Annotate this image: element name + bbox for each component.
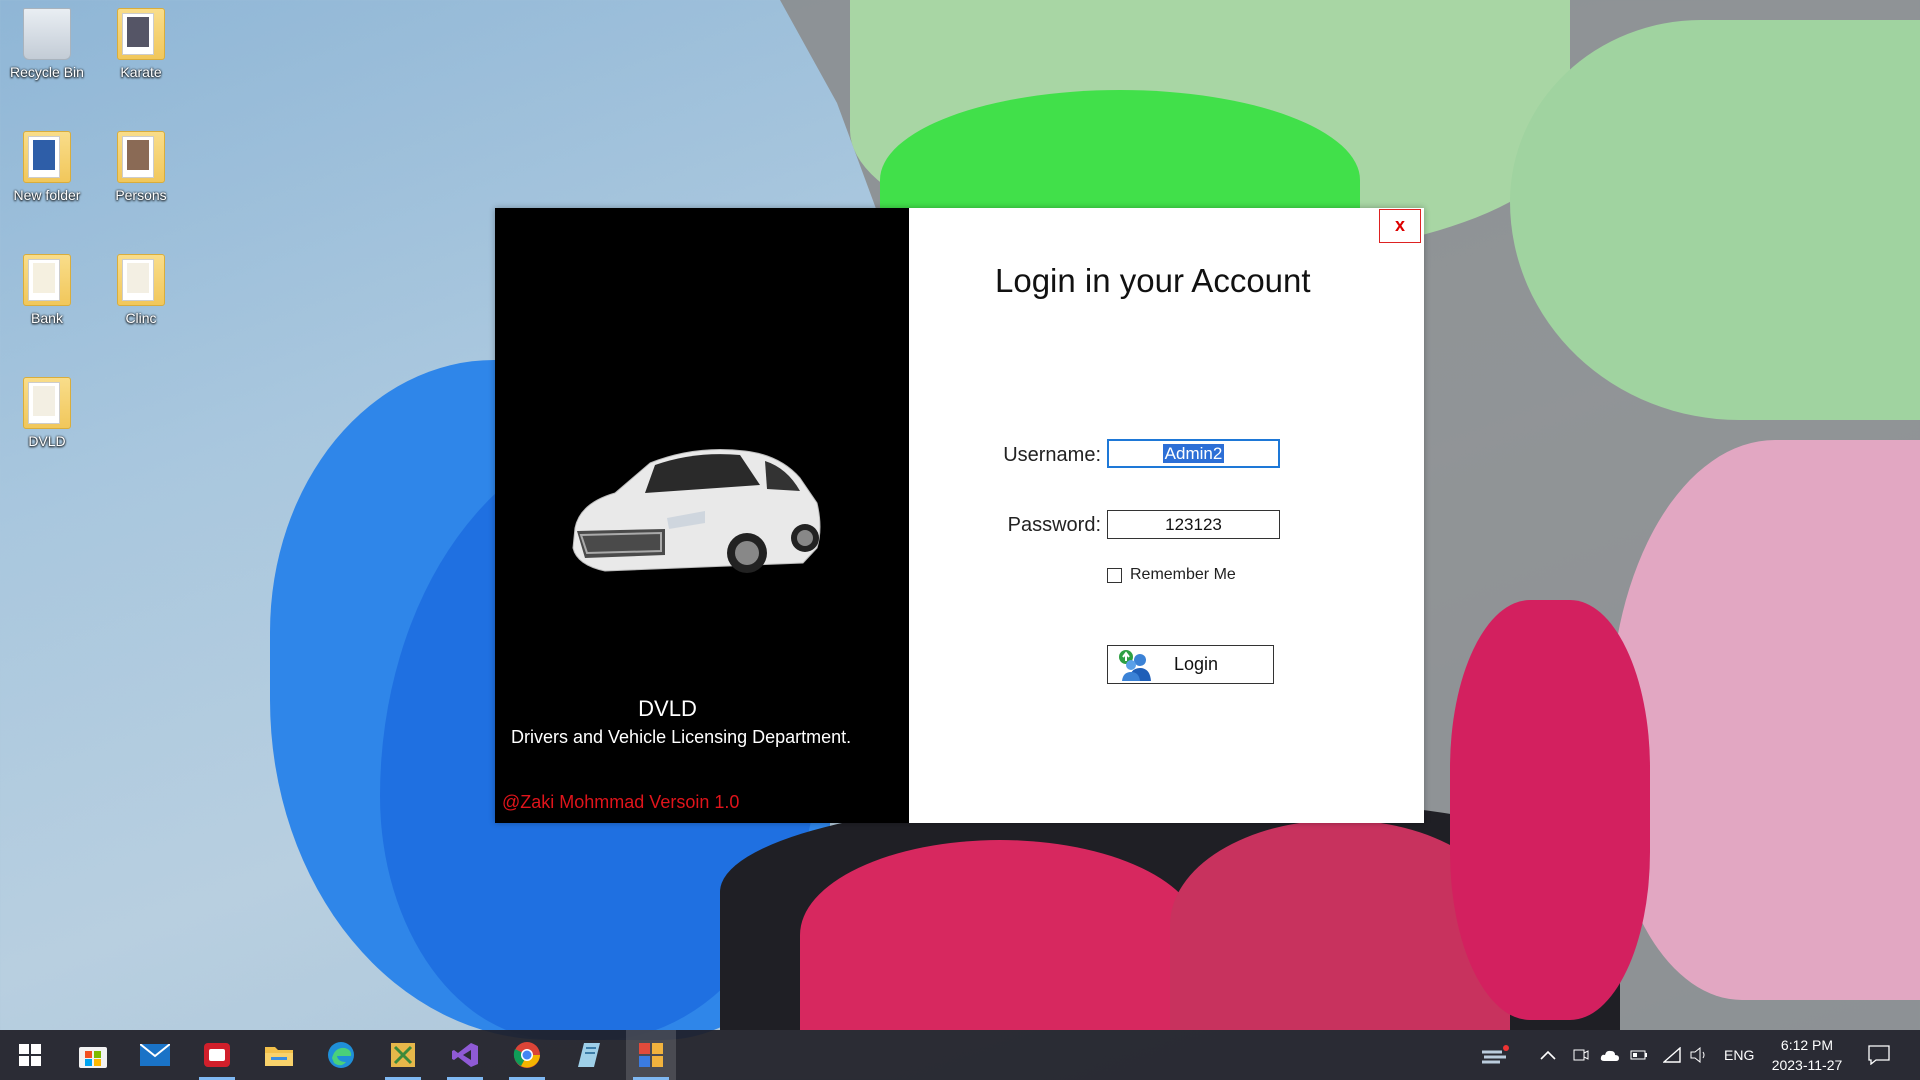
remember-me-checkbox[interactable]: Remember Me	[1107, 566, 1236, 584]
notification-icon	[1868, 1045, 1890, 1065]
taskbar-file-explorer[interactable]	[254, 1030, 304, 1080]
weather-widget[interactable]	[1480, 1030, 1510, 1080]
wallpaper-shape	[800, 840, 1200, 1030]
desktop-icon-dvld[interactable]: DVLD	[2, 377, 92, 449]
desktop-icon-label: Bank	[31, 310, 63, 326]
desktop-icon-label: Recycle Bin	[10, 64, 84, 80]
clock-time: 6:12 PM	[1780, 1037, 1834, 1053]
tray-network[interactable]	[1663, 1030, 1681, 1080]
recorder-icon	[204, 1043, 230, 1067]
desktop-icon-clinc[interactable]: Clinc	[96, 254, 186, 326]
folder-icon	[23, 131, 71, 183]
remember-me-label: Remember Me	[1130, 566, 1236, 583]
username-value: Admin2	[1162, 444, 1225, 463]
taskbar-visual-studio[interactable]	[440, 1030, 490, 1080]
desktop-icon-karate[interactable]: Karate	[96, 8, 186, 80]
taskbar-mail[interactable]	[130, 1030, 180, 1080]
username-label: Username:	[1003, 444, 1101, 466]
folder-icon	[23, 254, 71, 306]
tray-onedrive[interactable]	[1600, 1030, 1620, 1080]
app-icon	[391, 1043, 415, 1067]
login-button[interactable]: Login	[1107, 645, 1274, 684]
wallpaper-shape	[1450, 600, 1650, 1020]
cloud-icon	[1600, 1050, 1619, 1061]
desktop-icon-label: Karate	[120, 64, 162, 80]
taskbar-store[interactable]	[68, 1030, 118, 1080]
show-hidden-icons[interactable]	[1540, 1030, 1556, 1080]
desktop-icon-label: DVLD	[28, 433, 66, 449]
windows-icon	[19, 1044, 41, 1066]
taskbar: ENG 6:12 PM 2023-11-27	[0, 1030, 1920, 1080]
chevron-up-icon	[1540, 1050, 1556, 1060]
car-image	[572, 449, 821, 573]
file-explorer-icon	[265, 1047, 293, 1066]
tray-battery[interactable]	[1630, 1030, 1648, 1080]
folder-icon	[117, 131, 165, 183]
battery-icon	[1630, 1050, 1647, 1060]
tray-meet-now[interactable]	[1573, 1030, 1589, 1080]
password-label: Password:	[1007, 514, 1101, 536]
notes-icon	[578, 1043, 600, 1067]
login-dialog: DVLD Drivers and Vehicle Licensing Depar…	[495, 208, 1424, 823]
wallpaper-shape	[1170, 820, 1510, 1030]
desktop-icon-label: Clinc	[125, 310, 157, 326]
taskbar-recorder[interactable]	[192, 1030, 242, 1080]
weather-icon	[1482, 1045, 1509, 1064]
notifications-button[interactable]	[1868, 1030, 1890, 1080]
taskbar-edge[interactable]	[316, 1030, 366, 1080]
desktop-icon-recycle-bin[interactable]: Recycle Bin	[2, 8, 92, 80]
checkbox-box[interactable]	[1107, 567, 1122, 583]
desktop-icon-bank[interactable]: Bank	[2, 254, 92, 326]
taskbar-notes[interactable]	[564, 1030, 614, 1080]
dvld-app-icon	[639, 1043, 663, 1067]
dialog-title: Login in your Account	[995, 262, 1311, 299]
desktop-icon-label: Persons	[115, 187, 167, 203]
password-input[interactable]: 123123	[1107, 510, 1280, 539]
users-icon	[1119, 649, 1151, 681]
taskbar-clock[interactable]: 6:12 PM 2023-11-27	[1762, 1035, 1852, 1075]
app-full-name: Drivers and Vehicle Licensing Department…	[511, 727, 852, 747]
tray-volume[interactable]	[1690, 1030, 1710, 1080]
version-credit: @Zaki Mohmmad Versoin 1.0	[502, 792, 740, 812]
close-button[interactable]: x	[1379, 209, 1421, 243]
wallpaper-shape	[720, 800, 1620, 1030]
edge-icon	[328, 1042, 354, 1068]
recycle-bin-icon	[23, 8, 71, 60]
wifi-icon	[1663, 1047, 1681, 1063]
desktop-icon-new-folder[interactable]: New folder	[2, 131, 92, 203]
taskbar-dvld-app[interactable]	[626, 1030, 676, 1080]
folder-icon	[117, 254, 165, 306]
tray-language[interactable]: ENG	[1724, 1030, 1754, 1080]
login-label: Login	[1174, 654, 1219, 674]
wallpaper-leaf	[1510, 20, 1920, 420]
visual-studio-icon	[452, 1043, 478, 1067]
username-input[interactable]: Admin2	[1107, 439, 1280, 468]
start-button[interactable]	[5, 1030, 55, 1080]
desktop-icon-persons[interactable]: Persons	[96, 131, 186, 203]
store-icon	[79, 1047, 107, 1068]
wallpaper-shape	[1610, 440, 1920, 1000]
branding-panel: DVLD Drivers and Vehicle Licensing Depar…	[495, 208, 909, 823]
clock-date: 2023-11-27	[1771, 1057, 1843, 1073]
speaker-icon	[1690, 1047, 1705, 1063]
mail-icon	[140, 1044, 170, 1066]
folder-icon	[23, 377, 71, 429]
app-name: DVLD	[638, 696, 697, 721]
chrome-icon	[513, 1042, 540, 1068]
taskbar-app[interactable]	[378, 1030, 428, 1080]
desktop-icon-label: New folder	[13, 187, 81, 203]
camera-icon	[1573, 1049, 1589, 1061]
taskbar-chrome[interactable]	[502, 1030, 552, 1080]
folder-icon	[117, 8, 165, 60]
